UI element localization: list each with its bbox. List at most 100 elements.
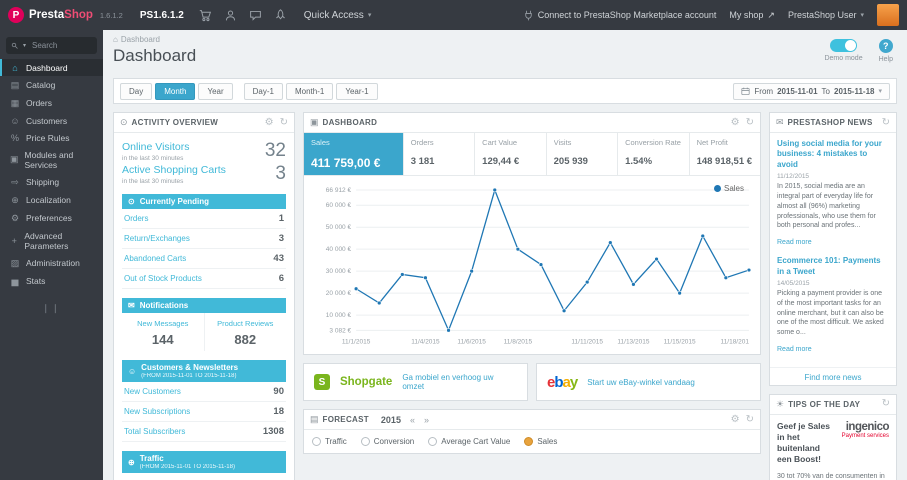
marketplace-connect-link[interactable]: Connect to PrestaShop Marketplace accoun… <box>523 10 716 21</box>
read-more-link[interactable]: Read more <box>777 239 812 246</box>
gear-icon[interactable]: ⚙ <box>731 117 740 128</box>
range-button-month[interactable]: Month <box>155 82 196 100</box>
kpi-orders[interactable]: Orders 3 181 <box>404 133 476 175</box>
stat-link[interactable]: New Customers <box>124 387 181 396</box>
sidebar-search[interactable]: ▾ <box>6 37 97 54</box>
notification-cell-product-reviews[interactable]: Product Reviews 882 <box>203 313 287 351</box>
stat-link[interactable]: Orders <box>124 214 148 223</box>
topbar-right: Connect to PrestaShop Marketplace accoun… <box>523 4 899 26</box>
kpi-cart-value[interactable]: Cart Value 129,44 € <box>475 133 547 175</box>
avatar[interactable] <box>877 4 899 26</box>
sidebar-item-label: Shipping <box>26 177 60 187</box>
sidebar-item-preferences[interactable]: ⚙ Preferences <box>0 209 103 227</box>
chart-point[interactable] <box>423 275 428 280</box>
search-input[interactable] <box>30 40 87 51</box>
sidebar-item-advanced-parameters[interactable]: + Advanced Parameters <box>0 227 103 254</box>
kpi-visits[interactable]: Visits 205 939 <box>547 133 619 175</box>
message-icon[interactable] <box>249 9 262 22</box>
forecast-option-average-cart-value[interactable]: Average Cart Value <box>428 437 510 447</box>
chart-point[interactable] <box>585 279 590 285</box>
stat-link[interactable]: Total Subscribers <box>124 427 185 436</box>
chart-point[interactable] <box>469 268 474 274</box>
range-button-day-1[interactable]: Day-1 <box>243 82 283 100</box>
shopgate-promo-link[interactable]: Ga mobiel en verhoog uw omzet <box>402 373 517 391</box>
chart-legend[interactable]: Sales <box>713 184 744 193</box>
sidebar-item-catalog[interactable]: ▤ Catalog <box>0 76 103 94</box>
tips-headline: Geef je Sales in het buitenland een Boos… <box>777 420 830 465</box>
notification-cell-new-messages[interactable]: New Messages 144 <box>122 313 204 351</box>
prestashop-logo[interactable]: P PrestaShop 1.6.1.2 <box>8 7 123 23</box>
chart-point[interactable] <box>631 282 636 287</box>
sidebar-item-modules-and-services[interactable]: ▣ Modules and Services <box>0 146 103 173</box>
chart-point[interactable] <box>723 275 729 280</box>
chart-point[interactable] <box>377 300 382 306</box>
ebay-promo-link[interactable]: Start uw eBay-winkel vandaag <box>587 378 695 387</box>
chart-point[interactable] <box>446 328 451 333</box>
sidebar-item-stats[interactable]: ▅ Stats <box>0 272 103 290</box>
active-carts-label[interactable]: Active Shopping Carts <box>122 164 226 176</box>
sidebar-item-dashboard[interactable]: ⌂ Dashboard <box>0 59 103 76</box>
chart-point[interactable] <box>561 308 567 313</box>
chart-point[interactable] <box>353 286 359 291</box>
customer-icon[interactable] <box>224 9 237 22</box>
help-icon[interactable]: ? <box>878 39 893 53</box>
date-range-button[interactable]: From 2015-11-01 To 2015-11-18 ▾ <box>733 82 890 100</box>
sidebar-item-orders[interactable]: ▦ Orders <box>0 94 103 112</box>
kpi-conversion-rate[interactable]: Conversion Rate 1.54% <box>618 133 690 175</box>
ebay-promo[interactable]: ebay Start uw eBay-winkel vandaag <box>536 363 761 402</box>
kpi-net-profit[interactable]: Net Profit 148 918,51 € <box>690 133 760 175</box>
chart-point[interactable] <box>746 267 752 273</box>
refresh-icon[interactable]: ↻ <box>280 117 288 128</box>
forecast-option-traffic[interactable]: Traffic <box>312 437 347 447</box>
news-article-title[interactable]: Using social media for your business: 4 … <box>777 139 889 170</box>
user-menu[interactable]: PrestaShop User ▾ <box>788 10 864 20</box>
chart-point[interactable] <box>515 246 521 252</box>
chart-point[interactable] <box>654 256 659 262</box>
range-button-year[interactable]: Year <box>198 82 233 100</box>
online-visitors-label[interactable]: Online Visitors <box>122 141 190 153</box>
forecast-option-conversion[interactable]: Conversion <box>360 437 414 447</box>
refresh-icon[interactable]: ↻ <box>882 117 890 128</box>
shopgate-promo[interactable]: S Shopgate Ga mobiel en verhoog uw omzet <box>303 363 528 402</box>
refresh-icon[interactable]: ↻ <box>746 117 754 128</box>
find-more-news-link[interactable]: Find more news <box>770 366 896 385</box>
rocket-icon[interactable] <box>274 8 287 22</box>
my-shop-link[interactable]: My shop ↗ <box>729 10 775 21</box>
cart-icon[interactable] <box>199 9 212 22</box>
collapse-sidebar-button[interactable]: ❘❘ <box>40 303 64 314</box>
kpi-sales[interactable]: Sales 411 759,00 € <box>304 133 404 175</box>
stat-link[interactable]: New Subscriptions <box>124 407 190 416</box>
chart-point[interactable] <box>492 187 497 193</box>
google-analytics-link[interactable]: ↗ Link to your Google Analytics account <box>122 473 286 480</box>
chart-point[interactable] <box>538 262 544 267</box>
news-article-title[interactable]: Ecommerce 101: Payments in a Tweet <box>777 256 889 277</box>
chart-point[interactable] <box>677 290 682 296</box>
forecast-option-sales[interactable]: Sales <box>524 437 557 447</box>
breadcrumb[interactable]: ⌂ Dashboard <box>113 35 897 44</box>
stat-link[interactable]: Return/Exchanges <box>124 234 190 243</box>
refresh-icon[interactable]: ↻ <box>882 399 890 409</box>
sidebar-item-administration[interactable]: ▨ Administration <box>0 254 103 272</box>
range-button-year-1[interactable]: Year-1 <box>336 82 378 100</box>
sidebar-item-localization[interactable]: ⊕ Localization <box>0 191 103 209</box>
shop-name[interactable]: PS1.6.1.2 <box>140 10 184 21</box>
next-year-button[interactable]: » <box>424 415 429 425</box>
gear-icon[interactable]: ⚙ <box>265 117 274 128</box>
range-button-month-1[interactable]: Month-1 <box>285 82 334 100</box>
refresh-icon[interactable]: ↻ <box>746 414 754 425</box>
demo-mode-toggle[interactable] <box>830 39 858 52</box>
svg-text:40 000 €: 40 000 € <box>326 246 352 253</box>
chart-point[interactable] <box>400 272 405 277</box>
gear-icon[interactable]: ⚙ <box>731 414 740 425</box>
read-more-link[interactable]: Read more <box>777 346 812 353</box>
sidebar-item-customers[interactable]: ☺ Customers <box>0 112 103 129</box>
range-button-day[interactable]: Day <box>120 82 153 100</box>
quick-access-menu[interactable]: Quick Access ▾ <box>304 10 372 21</box>
prev-year-button[interactable]: « <box>410 415 415 425</box>
chart-point[interactable] <box>608 240 613 245</box>
stat-link[interactable]: Abandoned Carts <box>124 254 186 263</box>
stat-link[interactable]: Out of Stock Products <box>124 274 202 283</box>
chart-point[interactable] <box>700 233 705 239</box>
sidebar-item-shipping[interactable]: ⇨ Shipping <box>0 173 103 191</box>
sidebar-item-price-rules[interactable]: % Price Rules <box>0 129 103 146</box>
